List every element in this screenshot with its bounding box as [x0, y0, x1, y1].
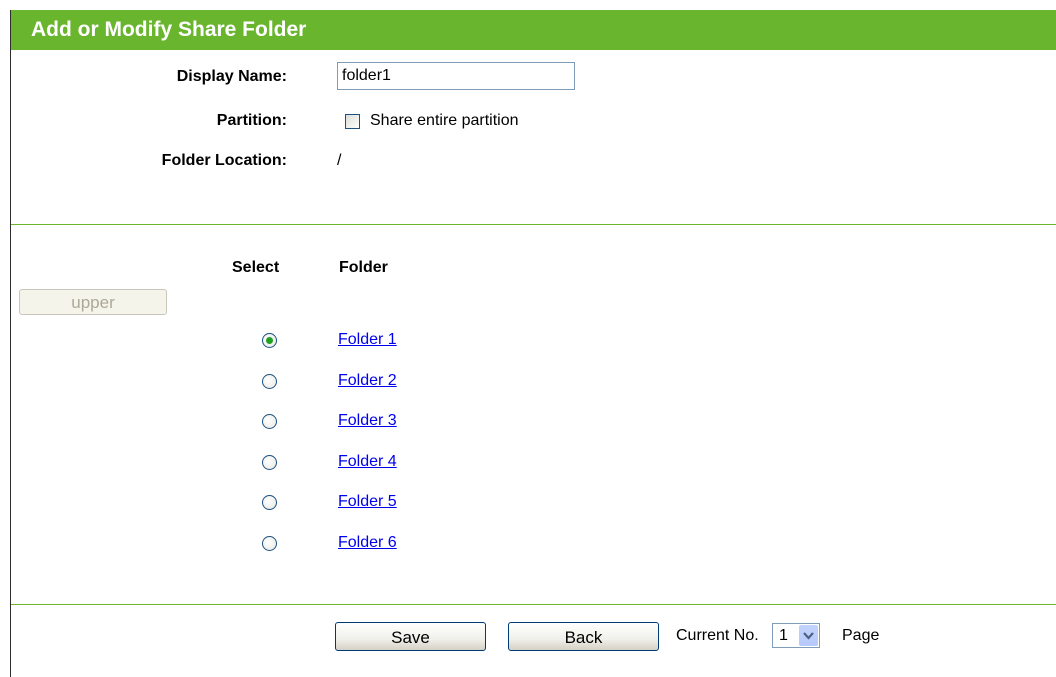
share-entire-partition-label[interactable]: Share entire partition	[370, 106, 519, 136]
folder-row: Folder 2	[11, 371, 1056, 391]
folder-row: Folder 1	[11, 330, 1056, 350]
folder-link[interactable]: Folder 4	[338, 452, 397, 472]
back-button[interactable]: Back	[508, 622, 659, 651]
upper-button[interactable]: upper	[19, 289, 167, 315]
folder-link[interactable]: Folder 3	[338, 411, 397, 431]
share-folder-panel: Add or Modify Share Folder Display Name:…	[10, 10, 1056, 677]
page-title: Add or Modify Share Folder	[11, 10, 1056, 50]
folder-select-radio[interactable]	[262, 333, 277, 348]
page-label: Page	[842, 627, 880, 644]
display-name-label: Display Name:	[176, 68, 287, 85]
section-divider-bottom	[11, 604, 1056, 605]
folder-location-row: Folder Location: /	[11, 146, 1056, 176]
folder-row: Folder 5	[11, 492, 1056, 512]
partition-row: Partition: Share entire partition	[11, 106, 1056, 136]
chevron-down-icon[interactable]	[799, 625, 818, 646]
display-name-input[interactable]	[337, 62, 575, 90]
page-select-value: 1	[779, 627, 788, 644]
select-column-header: Select	[232, 259, 280, 276]
folder-link[interactable]: Folder 5	[338, 492, 397, 512]
display-name-row: Display Name:	[11, 62, 1056, 92]
page-select[interactable]: 1	[772, 623, 820, 648]
save-button[interactable]: Save	[335, 622, 486, 651]
folder-location-label: Folder Location:	[161, 152, 287, 169]
share-entire-partition-checkbox[interactable]	[345, 114, 360, 129]
folder-select-radio[interactable]	[262, 455, 277, 470]
section-divider-top	[11, 224, 1056, 225]
folder-select-radio[interactable]	[262, 495, 277, 510]
folder-select-radio[interactable]	[262, 374, 277, 389]
folder-link[interactable]: Folder 1	[338, 330, 397, 350]
folder-select-radio[interactable]	[262, 536, 277, 551]
folder-row: Folder 4	[11, 452, 1056, 472]
folder-link[interactable]: Folder 6	[338, 533, 397, 553]
partition-label: Partition:	[216, 112, 287, 129]
folder-location-value: /	[337, 152, 342, 169]
folder-select-radio[interactable]	[262, 414, 277, 429]
folder-column-header: Folder	[339, 259, 388, 276]
folder-link[interactable]: Folder 2	[338, 371, 397, 391]
folder-row: Folder 3	[11, 411, 1056, 431]
current-no-label: Current No.	[676, 627, 759, 644]
folder-row: Folder 6	[11, 533, 1056, 553]
